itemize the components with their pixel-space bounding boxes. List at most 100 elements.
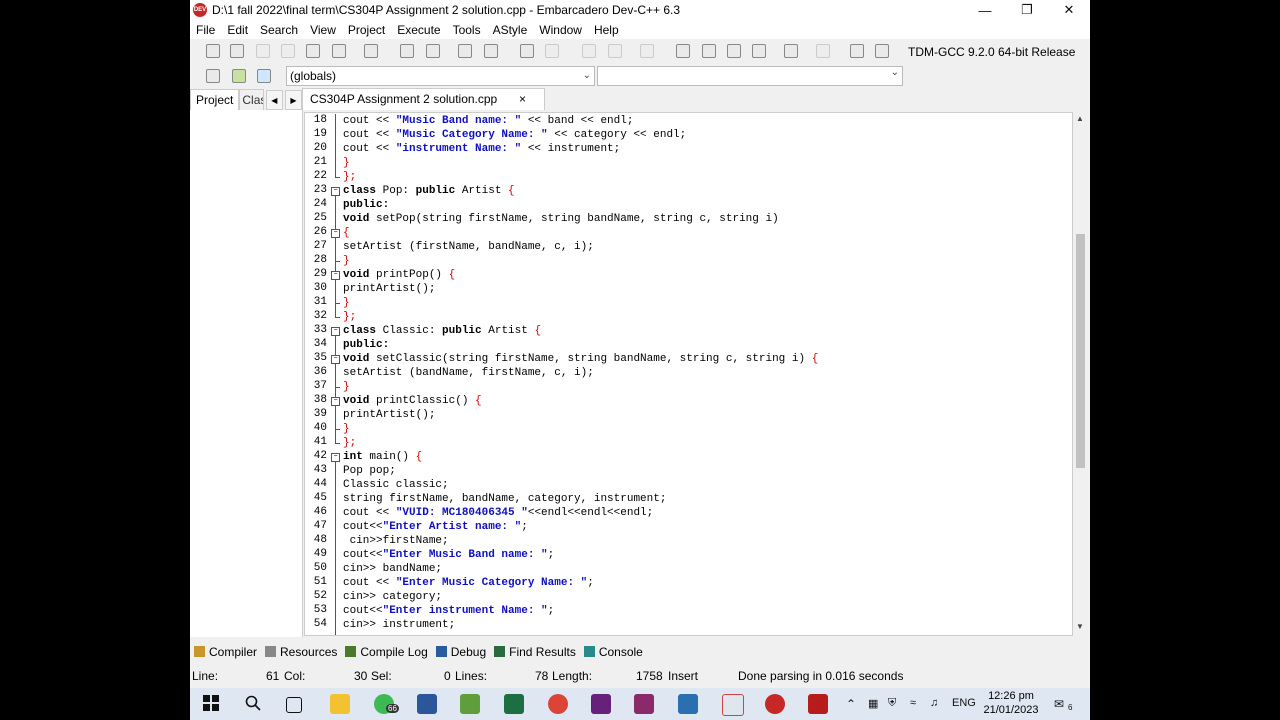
save-all-icon[interactable] <box>281 44 295 58</box>
add-file-icon[interactable] <box>727 44 741 58</box>
code-line[interactable]: cout<<"Enter Music Band name: "; <box>343 548 554 562</box>
code-line[interactable]: void setPop(string firstName, string ban… <box>343 212 779 226</box>
visual-studio-icon[interactable] <box>591 694 611 714</box>
menu-help[interactable]: Help <box>588 23 625 37</box>
scroll-down-icon[interactable]: ▼ <box>1076 622 1084 631</box>
tab-debug[interactable]: Debug <box>432 645 490 659</box>
code-line[interactable]: }; <box>343 310 356 324</box>
tile-icon[interactable] <box>752 44 766 58</box>
photos-icon[interactable] <box>678 694 698 714</box>
code-line[interactable]: printArtist(); <box>343 408 435 422</box>
code-line[interactable]: void setClassic(string firstName, string… <box>343 352 818 366</box>
code-line[interactable]: } <box>343 380 350 394</box>
member-select[interactable]: ⌄ <box>597 66 903 86</box>
save-icon[interactable] <box>256 44 270 58</box>
code-line[interactable]: { <box>343 226 350 240</box>
devcpp-taskbar-icon[interactable] <box>765 694 785 714</box>
menu-edit[interactable]: Edit <box>221 23 254 37</box>
print-icon[interactable] <box>364 44 378 58</box>
unindent-icon[interactable] <box>608 44 622 58</box>
search-icon[interactable] <box>244 694 264 714</box>
code-line[interactable]: cout << "instrument Name: " << instrumen… <box>343 142 620 156</box>
notifications-icon[interactable]: ✉ <box>1054 697 1064 711</box>
windows-start-icon[interactable] <box>202 694 222 714</box>
open-file-icon[interactable] <box>230 44 244 58</box>
code-line[interactable]: class Classic: public Artist { <box>343 324 541 338</box>
code-editor[interactable]: 18 19 20 21 22 23 24 25 26 27 28 29 30 31 32 33 34 35 36 37… <box>304 112 1073 636</box>
code-line[interactable]: cout << "Music Band name: " << band << e… <box>343 114 633 128</box>
project-options-icon[interactable] <box>206 69 220 83</box>
undo-icon[interactable] <box>520 44 534 58</box>
code-line[interactable]: } <box>343 156 350 170</box>
close-file-icon[interactable] <box>306 44 320 58</box>
screen-recorder-icon[interactable] <box>808 694 828 714</box>
code-line[interactable]: cout << "VUID: MC180406345 "<<endl<<endl… <box>343 506 653 520</box>
new-project-icon[interactable] <box>676 44 690 58</box>
menu-tools[interactable]: Tools <box>447 23 487 37</box>
code-line[interactable]: void printPop() { <box>343 268 455 282</box>
code-line[interactable]: cout << "Enter Music Category Name: "; <box>343 576 594 590</box>
code-line[interactable]: } <box>343 254 350 268</box>
chart-icon[interactable] <box>850 44 864 58</box>
code-line[interactable]: } <box>343 296 350 310</box>
tab-find-results[interactable]: Find Results <box>490 645 580 659</box>
tab-scroll-left-icon[interactable]: ◀ <box>265 90 283 110</box>
snipping-tool-icon[interactable] <box>722 694 744 716</box>
debug-icon[interactable] <box>875 44 889 58</box>
restore-icon[interactable]: ❐ <box>1006 0 1048 20</box>
code-line[interactable]: int main() { <box>343 450 422 464</box>
tab-compiler[interactable]: Compiler <box>190 645 261 659</box>
menu-execute[interactable]: Execute <box>391 23 446 37</box>
editor-file-tab[interactable]: CS304P Assignment 2 solution.cpp × <box>302 88 545 110</box>
goto-bookmark-icon[interactable] <box>484 44 498 58</box>
replace-icon[interactable] <box>426 44 440 58</box>
scrollbar-thumb[interactable] <box>1076 234 1085 468</box>
indent-icon[interactable] <box>582 44 596 58</box>
tab-resources[interactable]: Resources <box>261 645 341 659</box>
code-line[interactable]: }; <box>343 170 356 184</box>
redo-icon[interactable] <box>545 44 559 58</box>
scroll-up-icon[interactable]: ▲ <box>1076 114 1084 123</box>
code-line[interactable]: setArtist (firstName, bandName, c, i); <box>343 240 594 254</box>
new-file-icon[interactable] <box>206 44 220 58</box>
tab-compile-log[interactable]: Compile Log <box>341 645 431 659</box>
menu-file[interactable]: File <box>190 23 221 37</box>
close-icon[interactable]: ✕ <box>1048 0 1090 20</box>
wifi-icon[interactable]: ≈ <box>910 697 916 709</box>
menu-project[interactable]: Project <box>342 23 391 37</box>
code-line[interactable]: cout<<"Enter Artist name: "; <box>343 520 528 534</box>
code-line[interactable]: }; <box>343 436 356 450</box>
find-icon[interactable] <box>400 44 414 58</box>
code-line[interactable]: printArtist(); <box>343 282 435 296</box>
tab-classes[interactable]: Clas <box>239 89 264 110</box>
chrome-icon[interactable] <box>548 694 568 714</box>
code-line[interactable]: cout<<"Enter instrument Name: "; <box>343 604 554 618</box>
whatsapp-icon[interactable]: 66 <box>374 694 399 714</box>
file-explorer-icon[interactable] <box>330 694 350 714</box>
compile-icon[interactable] <box>784 44 798 58</box>
code-line[interactable]: setArtist (bandName, firstName, c, i); <box>343 366 594 380</box>
tray-app-icon[interactable]: ▦ <box>868 697 878 710</box>
tab-scroll-right-icon[interactable]: ▶ <box>284 90 302 110</box>
project-files-icon[interactable] <box>702 44 716 58</box>
remove-from-project-icon[interactable] <box>257 69 271 83</box>
code-line[interactable]: cout << "Music Category Name: " << categ… <box>343 128 686 142</box>
compiler-select[interactable]: TDM-GCC 9.2.0 64-bit Release <box>904 42 1088 62</box>
tab-console[interactable]: Console <box>580 645 647 659</box>
close-tab-icon[interactable]: × <box>519 89 526 109</box>
menu-search[interactable]: Search <box>254 23 304 37</box>
code-line[interactable]: cin>> bandName; <box>343 562 442 576</box>
stop-icon[interactable] <box>816 44 830 58</box>
tab-project[interactable]: Project <box>190 89 240 110</box>
editor-vertical-scrollbar[interactable]: ▲ ▼ <box>1073 112 1088 636</box>
code-line[interactable]: cin>> instrument; <box>343 618 455 632</box>
task-view-icon[interactable] <box>286 697 302 713</box>
menu-astyle[interactable]: AStyle <box>487 23 534 37</box>
code-line[interactable]: string firstName, bandName, category, in… <box>343 492 666 506</box>
code-line[interactable]: class Pop: public Artist { <box>343 184 515 198</box>
code-line[interactable]: Pop pop; <box>343 464 396 478</box>
code-line[interactable]: Classic classic; <box>343 478 449 492</box>
volume-icon[interactable]: ♫ <box>930 697 938 709</box>
code-line[interactable]: cin>>firstName; <box>343 534 449 548</box>
code-line[interactable]: void printClassic() { <box>343 394 482 408</box>
